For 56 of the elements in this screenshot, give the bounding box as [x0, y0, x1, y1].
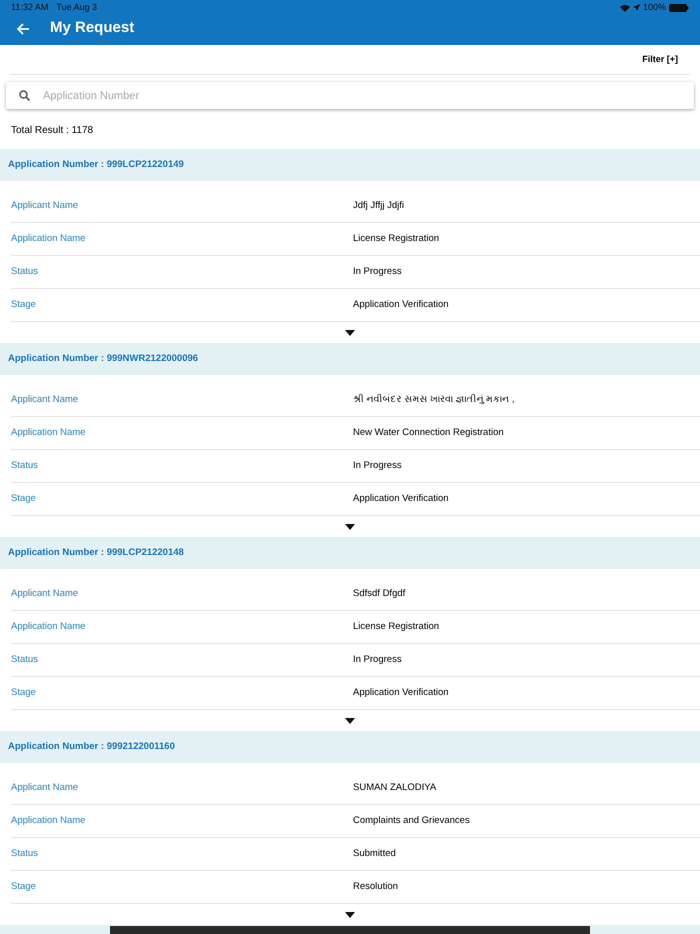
battery-percent: 100% — [642, 0, 666, 14]
back-arrow-icon — [16, 22, 30, 36]
application-number: Application Number : 9992122001160 — [8, 740, 175, 754]
field-value: Application Verification — [353, 298, 449, 312]
field-value: Complaints and Grievances — [353, 814, 470, 828]
field-value: License Registration — [353, 620, 440, 634]
field-value: Application Verification — [353, 492, 449, 506]
caret-down-icon — [345, 718, 355, 724]
field-label: Applicant Name — [11, 198, 80, 213]
field-label: Application Name — [11, 620, 86, 634]
application-number: Application Number : 999LCP21220148 — [8, 546, 184, 560]
field-label: Status — [11, 652, 39, 667]
application-number: Application Number : 999LCP21220149 — [8, 158, 184, 172]
caret-down-icon — [345, 912, 355, 918]
wifi-icon — [620, 4, 630, 12]
field-label: Stage — [11, 880, 37, 894]
field-label: Application Name — [11, 426, 86, 440]
expand-button[interactable] — [344, 910, 356, 918]
search-field[interactable]: Application Number — [6, 82, 694, 109]
total-result: Total Result : 1178 — [11, 124, 94, 138]
field-value: Application Verification — [353, 686, 449, 700]
field-value: શ્રી નવીબંદર સમસ ખારવા જ્ઞાતીનું મકાન , — [353, 392, 514, 407]
application-number: Application Number : 999NWR2122000096 — [8, 352, 198, 366]
field-label: Stage — [11, 492, 37, 506]
expand-button[interactable] — [344, 522, 356, 530]
caret-down-icon — [345, 330, 355, 336]
field-value: Jdfj Jffjj Jdjfi — [353, 198, 404, 213]
expand-button[interactable] — [344, 716, 356, 724]
search-icon — [19, 90, 30, 101]
field-value: Sdfsdf Dfgdf — [353, 586, 406, 601]
field-value: In Progress — [353, 652, 402, 667]
field-label: Stage — [11, 686, 37, 700]
field-label: Applicant Name — [11, 586, 80, 601]
field-label: Application Name — [11, 232, 86, 246]
filter-button[interactable]: Filter [+] — [642, 52, 678, 66]
field-value: Resolution — [353, 880, 398, 894]
expand-button[interactable] — [344, 328, 356, 336]
field-label: Stage — [11, 298, 37, 312]
field-value: Submitted — [353, 846, 396, 861]
location-icon — [632, 4, 640, 11]
field-label: Status — [11, 264, 39, 279]
field-value: License Registration — [353, 232, 440, 246]
field-value: New Water Connection Registration — [353, 426, 504, 440]
field-value: In Progress — [353, 458, 402, 473]
battery-icon — [669, 4, 689, 12]
field-label: Application Name — [11, 814, 86, 828]
field-value: In Progress — [353, 264, 402, 279]
field-value: SUMAN ZALODIYA — [353, 780, 436, 795]
page-title: My Request — [50, 18, 134, 38]
caret-down-icon — [345, 524, 355, 530]
status-time: 11:32 AM — [11, 0, 48, 14]
status-date: Tue Aug 3 — [56, 0, 98, 14]
field-label: Applicant Name — [11, 392, 80, 407]
field-label: Status — [11, 846, 39, 861]
field-label: Applicant Name — [11, 780, 80, 795]
field-label: Status — [11, 458, 39, 473]
